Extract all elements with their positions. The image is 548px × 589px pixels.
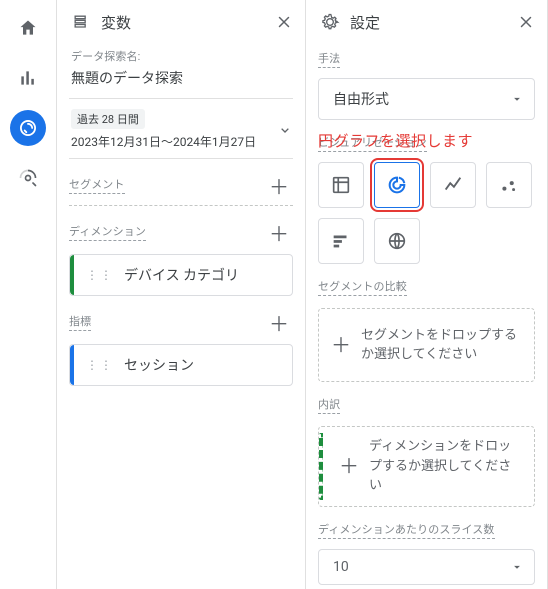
gear-icon <box>320 12 340 32</box>
home-icon <box>18 18 38 38</box>
breakdown-dropzone[interactable]: ＋ ディメンションをドロップするか選択してください <box>318 426 535 507</box>
slices-label: ディメンションあたりのスライス数 <box>318 521 495 539</box>
dimension-chip[interactable]: ⋮⋮ デバイス カテゴリ <box>69 254 293 296</box>
viz-bar[interactable] <box>318 218 364 264</box>
date-range-picker[interactable]: 過去 28 日間 2023年12月31日～2024年1月27日 <box>69 99 293 159</box>
geo-icon <box>386 230 408 252</box>
segment-compare-label: セグメントの比較 <box>318 278 407 296</box>
variables-panel: 変数 データ探索名: 無題のデータ探索 過去 28 日間 2023年12月31日… <box>57 0 306 589</box>
viz-line[interactable] <box>430 162 476 208</box>
line-icon <box>442 174 464 196</box>
drag-handle-icon: ⋮⋮ <box>86 358 114 372</box>
viz-donut[interactable] <box>374 162 420 208</box>
exploration-name-label: データ探索名: <box>71 48 291 64</box>
slices-value: 10 <box>333 559 349 575</box>
chart-icon <box>18 68 38 88</box>
date-range-text: 2023年12月31日～2024年1月27日 <box>71 133 277 150</box>
segment-compare-placeholder: セグメントをドロップするか選択してください <box>361 326 522 365</box>
chevron-down-icon <box>510 560 524 574</box>
variables-title: 変数 <box>101 12 131 33</box>
date-chip: 過去 28 日間 <box>71 109 145 129</box>
exploration-name-value[interactable]: 無題のデータ探索 <box>71 68 291 88</box>
settings-panel: 設定 手法 自由形式 円グラフを選択します ビジュアリゼーション <box>306 0 548 589</box>
metric-chip[interactable]: ⋮⋮ セッション <box>69 344 293 386</box>
visualization-label: ビジュアリゼーション <box>318 134 427 152</box>
ads-icon <box>18 168 38 188</box>
variables-icon <box>71 12 91 32</box>
donut-icon <box>386 174 408 196</box>
dimensions-label: ディメンション <box>69 223 146 241</box>
add-metric-button[interactable]: ＋ <box>265 312 293 336</box>
technique-select[interactable]: 自由形式 <box>318 78 535 120</box>
technique-value: 自由形式 <box>333 89 389 109</box>
chevron-down-icon <box>510 92 524 106</box>
viz-geo[interactable] <box>374 218 420 264</box>
explore-icon <box>18 118 38 138</box>
close-icon[interactable] <box>275 13 293 31</box>
breakdown-placeholder: ディメンションをドロップするか選択してください <box>369 437 522 496</box>
metrics-label: 指標 <box>69 313 91 331</box>
drag-handle-icon: ⋮⋮ <box>86 268 114 282</box>
nav-reports[interactable] <box>10 60 46 96</box>
segments-label: セグメント <box>69 176 125 194</box>
nav-advertising[interactable] <box>10 160 46 196</box>
dimension-chip-label: デバイス カテゴリ <box>124 265 239 285</box>
technique-label: 手法 <box>318 50 340 68</box>
viz-table[interactable] <box>318 162 364 208</box>
add-segment-button[interactable]: ＋ <box>265 175 293 199</box>
nav-home[interactable] <box>10 10 46 46</box>
bar-icon <box>330 230 352 252</box>
metric-chip-label: セッション <box>124 355 194 375</box>
viz-scatter[interactable] <box>486 162 532 208</box>
plus-icon: ＋ <box>331 335 351 355</box>
breakdown-label: 内訳 <box>318 396 340 414</box>
settings-title: 設定 <box>350 12 380 33</box>
chevron-down-icon <box>277 122 293 138</box>
nav-explore[interactable] <box>10 110 46 146</box>
plus-icon: ＋ <box>339 456 359 476</box>
add-dimension-button[interactable]: ＋ <box>265 222 293 246</box>
table-icon <box>330 174 352 196</box>
scatter-icon <box>498 174 520 196</box>
segment-compare-dropzone[interactable]: ＋ セグメントをドロップするか選択してください <box>318 308 535 382</box>
slices-select[interactable]: 10 <box>318 549 535 585</box>
nav-rail <box>0 0 57 589</box>
close-icon[interactable] <box>517 13 535 31</box>
